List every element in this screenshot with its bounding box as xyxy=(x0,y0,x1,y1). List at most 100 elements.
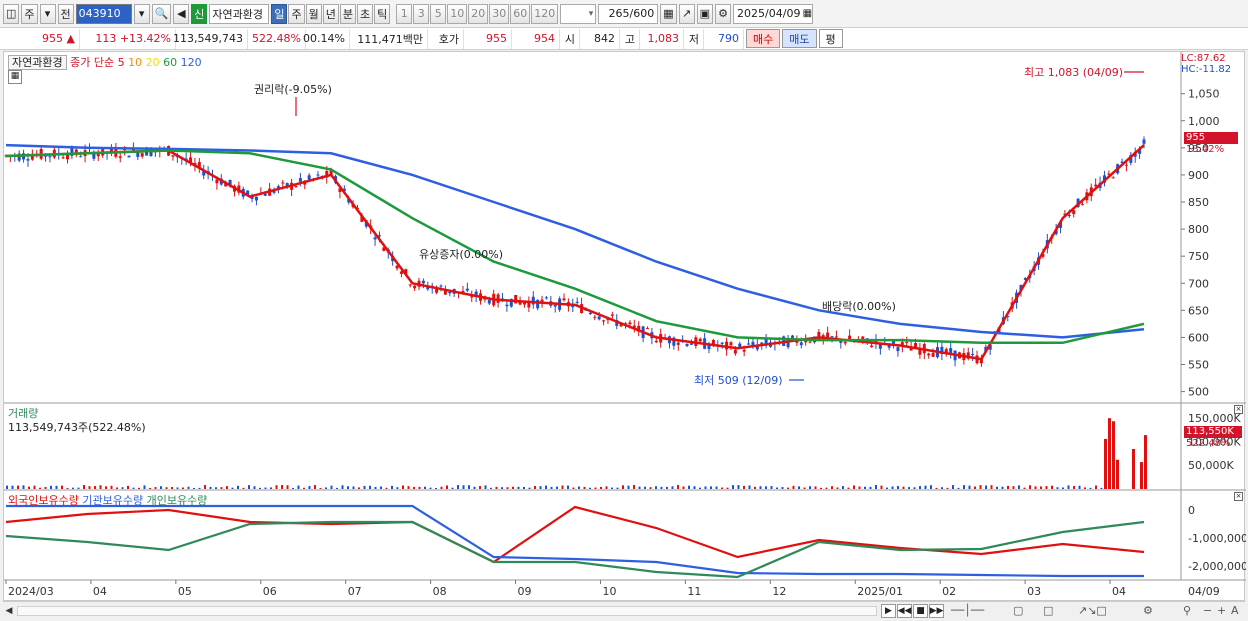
volume-bar xyxy=(1095,485,1097,489)
font-size-icon[interactable]: A xyxy=(1231,604,1239,617)
volume-bar xyxy=(897,486,899,489)
search-icon[interactable]: 🔍 xyxy=(151,3,172,24)
fast-forward-icon[interactable]: ▶▶ xyxy=(929,604,944,618)
candle-body xyxy=(597,316,601,320)
calendar-icon[interactable]: ▦ xyxy=(803,8,812,19)
stop-icon[interactable]: ■ xyxy=(913,604,928,618)
period-tab[interactable]: 년 xyxy=(322,3,339,24)
volume-bar xyxy=(611,487,613,489)
minute-option[interactable]: 20 xyxy=(468,3,489,24)
minute-option[interactable]: 60 xyxy=(510,3,531,24)
layout-icon[interactable]: ◫ xyxy=(3,3,20,24)
plus-icon[interactable]: + xyxy=(1217,604,1226,617)
close-icon[interactable]: × xyxy=(1234,492,1243,501)
x-tick-label: 10 xyxy=(602,585,616,598)
volume-bar xyxy=(286,485,289,489)
volume-bar xyxy=(193,487,195,489)
candle-body xyxy=(602,320,606,322)
period-tab[interactable]: 일 xyxy=(271,3,288,24)
minute-option[interactable]: 10 xyxy=(447,3,468,24)
scroll-left-icon[interactable]: ◀ xyxy=(3,604,15,618)
period-tab[interactable]: 초 xyxy=(356,3,374,24)
candle-body xyxy=(48,156,52,158)
volume-bar xyxy=(660,486,663,489)
minute-option[interactable]: 5 xyxy=(430,3,447,24)
code-dropdown-icon[interactable]: ▾ xyxy=(133,3,150,24)
period-tab[interactable]: 주 xyxy=(288,3,305,24)
stock-code-input[interactable]: 043910 xyxy=(75,3,132,24)
candle-body xyxy=(905,342,909,344)
candle-body xyxy=(421,280,425,284)
chart-canvas[interactable]: 1,0501,000950900850800750700650600550500… xyxy=(4,52,1246,602)
volume-bar xyxy=(44,486,47,489)
volume-bar xyxy=(600,486,602,489)
custom-period-select[interactable]: ▾ xyxy=(560,3,597,24)
volume-bar xyxy=(451,487,454,489)
candle-icon[interactable]: ▦ xyxy=(660,3,677,24)
volume-bar xyxy=(990,485,993,489)
save-icon[interactable]: ▣ xyxy=(696,3,714,24)
date-field[interactable]: 2025/04/09 ▦ xyxy=(733,3,814,24)
volume-bar xyxy=(215,487,217,489)
quote-bar: 955 ▲ 113 +13.42% 113,549,743 522.48% 00… xyxy=(0,28,1248,50)
volume-bar xyxy=(820,487,822,489)
volume-bar xyxy=(869,486,872,489)
candle-body xyxy=(254,196,258,201)
zoom-slider-icon[interactable]: ──│── xyxy=(951,604,984,617)
new-badge: 신 xyxy=(191,3,208,24)
period-tab[interactable]: 틱 xyxy=(374,3,391,24)
minute-option[interactable]: 30 xyxy=(489,3,510,24)
minute-option[interactable]: 3 xyxy=(413,3,430,24)
speaker-icon[interactable]: ◀ xyxy=(173,3,190,24)
buy-button[interactable]: 매수 xyxy=(746,29,781,48)
volume-bar xyxy=(72,487,74,489)
volume-bar xyxy=(891,486,894,489)
compare-icon[interactable]: ▢ xyxy=(1013,604,1023,617)
minute-option[interactable]: 120 xyxy=(531,3,559,24)
volume-bar xyxy=(605,486,608,489)
scroll-track[interactable] xyxy=(17,606,877,616)
volume-spike-bar xyxy=(1112,421,1115,489)
period-tab[interactable]: 분 xyxy=(339,3,356,24)
settings-icon[interactable]: ⚙ xyxy=(1143,604,1153,617)
rewind-icon[interactable]: ◀◀ xyxy=(897,604,912,618)
bottom-scrollbar[interactable]: ◀ ▶ ◀◀ ■ ▶▶ ──│── ▢ □ ↗↘□ ⚙ ⚲ − + A xyxy=(3,601,1245,619)
period-tab[interactable]: 월 xyxy=(305,3,322,24)
open-label: 시 xyxy=(560,28,580,49)
avg-button[interactable]: 평 xyxy=(818,29,843,48)
candle-body xyxy=(588,312,592,315)
grid-toggle-icon[interactable]: ▦ xyxy=(8,70,22,84)
chart-tool-icon[interactable]: ↗ xyxy=(678,3,695,24)
overlay-icon[interactable]: □ xyxy=(1043,604,1053,617)
gear-icon[interactable]: ⚙ xyxy=(715,3,732,24)
data-count-field[interactable]: 265/600 xyxy=(598,3,659,24)
volume-bar xyxy=(50,485,52,489)
volume-bar xyxy=(919,486,921,489)
sell-button[interactable]: 매도 xyxy=(782,29,817,48)
y-tick-label: 600 xyxy=(1188,331,1209,344)
minute-option[interactable]: 1 xyxy=(396,3,413,24)
zoom-in-icon[interactable]: ⚲ xyxy=(1183,604,1191,617)
chart-area[interactable]: 1,050 1,000 950 900 850 800 750 700 650 600 550 500… xyxy=(3,51,1246,602)
candle-body xyxy=(733,349,737,354)
ma-line-60 xyxy=(5,149,1145,345)
trade-value: 111,471백만 xyxy=(350,28,428,49)
chevron-down-icon[interactable]: ▾ xyxy=(39,3,56,24)
volume-bar xyxy=(638,486,641,489)
close-icon[interactable]: × xyxy=(1234,405,1243,414)
volume-bar xyxy=(831,486,833,489)
zoom-out-icon[interactable]: − xyxy=(1203,604,1212,617)
volume-bar xyxy=(809,486,811,489)
prev-button[interactable]: 전 xyxy=(57,3,74,24)
volume-bar xyxy=(770,486,773,489)
play-icon[interactable]: ▶ xyxy=(881,604,896,618)
volume-bar xyxy=(759,486,762,489)
volume-bar xyxy=(1062,487,1064,489)
volume-pct-tag: 522.48% xyxy=(1186,438,1231,449)
candle-body xyxy=(698,338,702,342)
holdings-y-tick-label: -2,000,000 xyxy=(1188,560,1246,573)
draw-tools-icon[interactable]: ↗↘□ xyxy=(1078,604,1107,617)
candle-body xyxy=(1111,177,1115,179)
market-select[interactable]: 주 xyxy=(21,3,38,24)
stock-label: 자연과환경 xyxy=(8,55,67,70)
